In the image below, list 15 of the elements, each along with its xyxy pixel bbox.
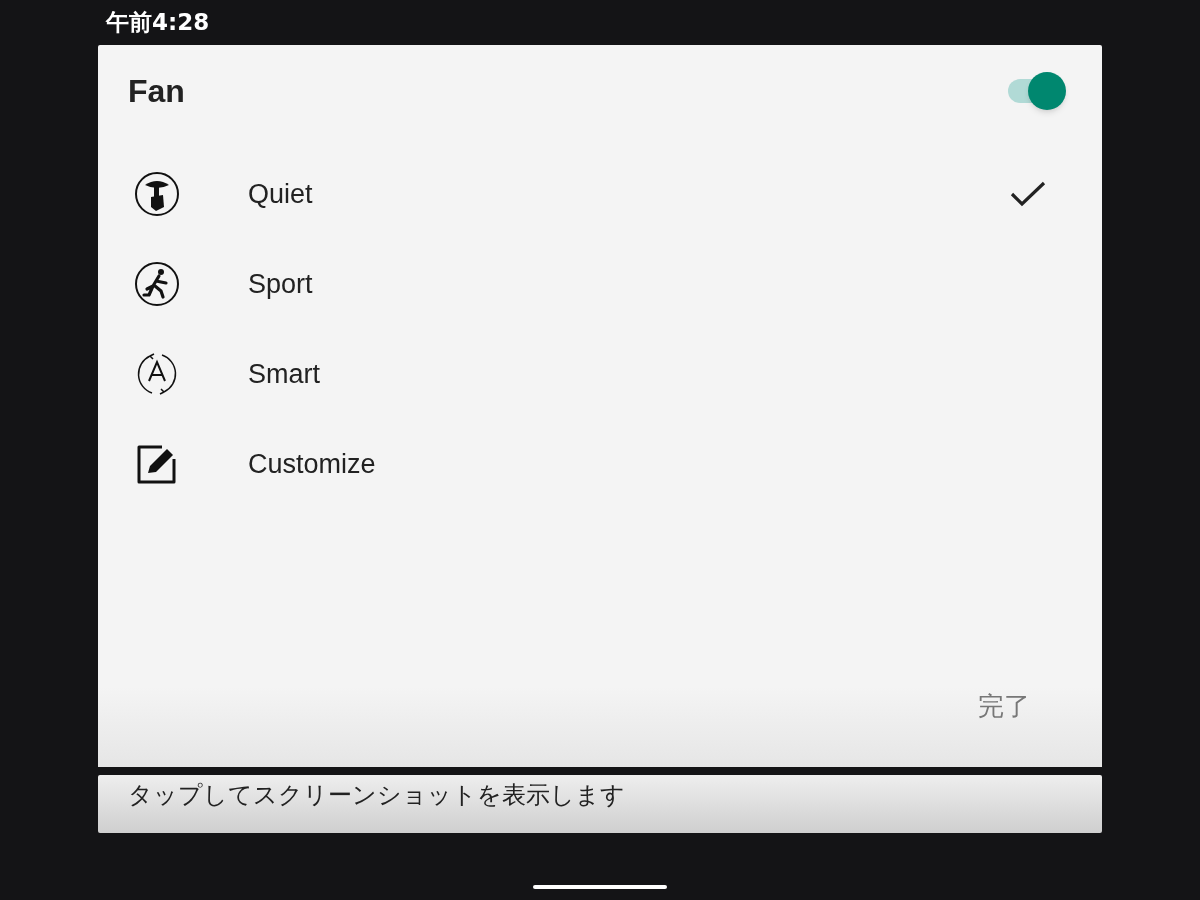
option-label: Sport [248, 267, 313, 301]
running-person-icon [134, 261, 180, 307]
dialog-title: Fan [128, 72, 185, 111]
notification-text: タップしてスクリーンショットを表示します [128, 781, 625, 809]
status-time: 午前4:28 [106, 8, 210, 38]
toggle-switch[interactable] [1006, 72, 1066, 110]
mode-option[interactable]: Customize [98, 419, 1102, 509]
notification-card[interactable]: タップしてスクリーンショットを表示します [98, 775, 1102, 833]
mode-option[interactable]: Quiet [98, 149, 1102, 239]
option-label: Smart [248, 357, 320, 391]
option-label: Quiet [248, 177, 313, 211]
done-button[interactable]: 完了 [978, 687, 1030, 726]
mode-option[interactable]: Sport [98, 239, 1102, 329]
mode-option[interactable]: Smart [98, 329, 1102, 419]
option-label: Customize [248, 447, 376, 481]
